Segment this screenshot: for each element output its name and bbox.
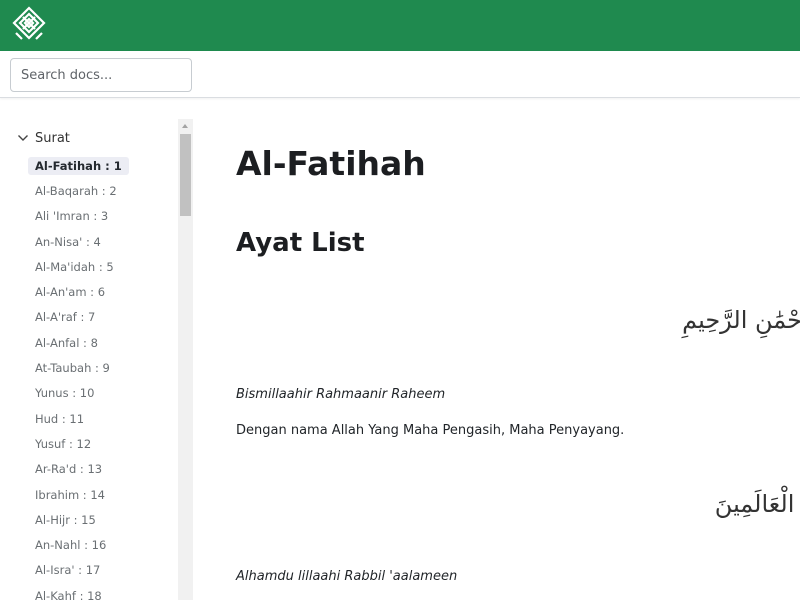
sidebar-item-label[interactable]: Yusuf : 12 xyxy=(28,435,98,453)
sidebar-item-surat[interactable]: Al-Hijr : 15 xyxy=(28,507,174,532)
sidebar-item-surat[interactable]: Ibrahim : 14 xyxy=(28,482,174,507)
top-navbar xyxy=(0,0,800,51)
sidebar-item-surat[interactable]: Al-Isra' : 17 xyxy=(28,558,174,583)
surat-category-label: Surat xyxy=(35,130,70,146)
sidebar-item-label[interactable]: An-Nisa' : 4 xyxy=(28,233,108,251)
ayat-transliteration: Alhamdu lillaahi Rabbil 'aalameen xyxy=(236,569,458,584)
section-heading: Ayat List xyxy=(236,228,365,258)
sidebar-item-surat[interactable]: An-Nisa' : 4 xyxy=(28,229,174,254)
sidebar-item-label[interactable]: Hud : 11 xyxy=(28,410,91,428)
search-bar xyxy=(0,51,800,98)
sidebar-item-label[interactable]: Al-Kahf : 18 xyxy=(28,587,109,600)
sidebar-item-label[interactable]: Al-Ma'idah : 5 xyxy=(28,258,121,276)
sidebar-item-surat[interactable]: Al-Baqarah : 2 xyxy=(28,178,174,203)
sidebar-item-label[interactable]: Ibrahim : 14 xyxy=(28,486,112,504)
main-content: Al-Fatihah Ayat List حْمَٰنِ الرَّحِيمِ … xyxy=(193,98,800,600)
sidebar-item-label[interactable]: Al-An'am : 6 xyxy=(28,283,112,301)
sidebar-item-label[interactable]: Al-Anfal : 8 xyxy=(28,334,105,352)
sidebar-item-surat[interactable]: Yusuf : 12 xyxy=(28,431,174,456)
sidebar-item-label[interactable]: Al-Fatihah : 1 xyxy=(28,156,129,175)
sidebar-item-surat[interactable]: Ali 'Imran : 3 xyxy=(28,204,174,229)
chevron-down-icon xyxy=(18,135,28,141)
sidebar-scrollbar[interactable] xyxy=(178,119,193,600)
sidebar-item-surat[interactable]: Al-Ma'idah : 5 xyxy=(28,254,174,279)
page-title: Al-Fatihah xyxy=(236,144,426,183)
sidebar-item-label[interactable]: Ar-Ra'd : 13 xyxy=(28,460,109,478)
surat-category-toggle[interactable]: Surat xyxy=(16,129,70,147)
sidebar-item-label[interactable]: Al-Baqarah : 2 xyxy=(28,182,124,200)
sidebar-item-surat[interactable]: Al-A'raf : 7 xyxy=(28,305,174,330)
sidebar-item-surat[interactable]: Yunus : 10 xyxy=(28,381,174,406)
scroll-up-arrow-icon[interactable] xyxy=(178,119,193,133)
sidebar: Surat Al-Fatihah : 1 Al-Baqarah : 2 Ali 'I… xyxy=(0,119,193,600)
calligraphy-logo-icon[interactable] xyxy=(12,6,46,44)
sidebar-item-surat[interactable]: At-Taubah : 9 xyxy=(28,355,174,380)
scrollbar-thumb[interactable] xyxy=(180,134,191,216)
sidebar-item-label[interactable]: At-Taubah : 9 xyxy=(28,359,117,377)
ayat-transliteration: Bismillaahir Rahmaanir Raheem xyxy=(236,387,446,402)
sidebar-item-surat[interactable]: Al-Anfal : 8 xyxy=(28,330,174,355)
sidebar-item-surat[interactable]: Al-An'am : 6 xyxy=(28,279,174,304)
sidebar-item-surat[interactable]: An-Nahl : 16 xyxy=(28,532,174,557)
ayat-translation: Dengan nama Allah Yang Maha Pengasih, Ma… xyxy=(236,423,625,438)
sidebar-item-label[interactable]: Al-Hijr : 15 xyxy=(28,511,103,529)
sidebar-item-label[interactable]: Al-Isra' : 17 xyxy=(28,561,107,579)
ayat-arabic-text: حْمَٰنِ الرَّحِيمِ xyxy=(682,306,800,334)
sidebar-item-label[interactable]: An-Nahl : 16 xyxy=(28,536,113,554)
surat-list: Al-Fatihah : 1 Al-Baqarah : 2 Ali 'Imran :… xyxy=(28,153,174,600)
sidebar-item-surat[interactable]: Hud : 11 xyxy=(28,406,174,431)
sidebar-item-label[interactable]: Al-A'raf : 7 xyxy=(28,308,102,326)
sidebar-item-surat[interactable]: Al-Fatihah : 1 xyxy=(28,153,174,178)
sidebar-item-label[interactable]: Ali 'Imran : 3 xyxy=(28,207,115,225)
sidebar-item-surat[interactable]: Ar-Ra'd : 13 xyxy=(28,457,174,482)
search-input[interactable] xyxy=(10,58,192,92)
sidebar-item-surat[interactable]: Al-Kahf : 18 xyxy=(28,583,174,600)
ayat-arabic-text: ِّ الْعَالَمِينَ xyxy=(714,490,800,518)
sidebar-item-label[interactable]: Yunus : 10 xyxy=(28,384,101,402)
